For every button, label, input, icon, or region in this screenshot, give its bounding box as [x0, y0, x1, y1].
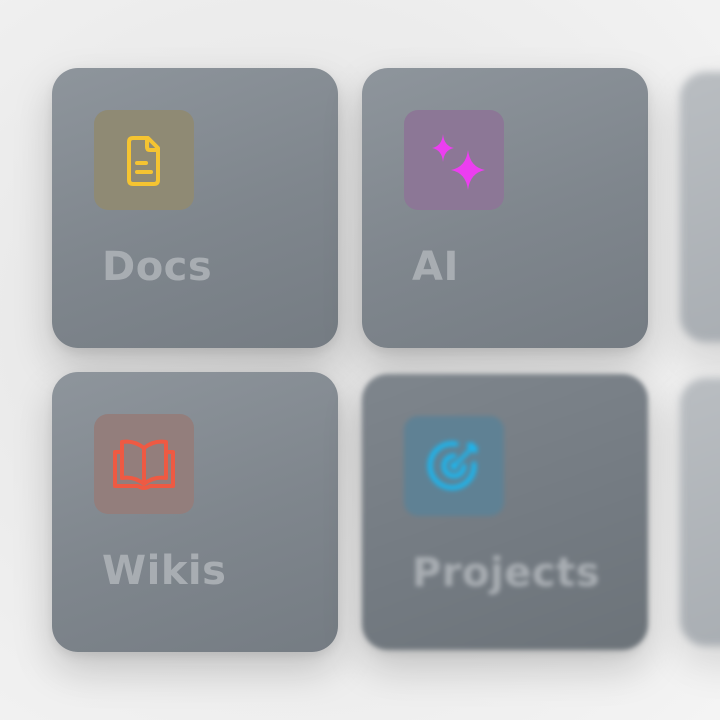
wikis-tile[interactable]: Wikis — [52, 372, 338, 652]
projects-tile[interactable]: Projects — [362, 374, 648, 650]
ai-icon-box — [404, 110, 504, 210]
ai-tile[interactable]: AI — [362, 68, 648, 348]
target-icon — [422, 434, 486, 498]
partial-tile-top[interactable] — [680, 72, 720, 342]
ai-label: AI — [412, 244, 459, 290]
docs-label: Docs — [102, 244, 213, 290]
sparkles-icon — [412, 118, 496, 202]
partial-tile-bottom[interactable] — [680, 378, 720, 646]
document-icon — [116, 132, 172, 188]
docs-tile[interactable]: Docs — [52, 68, 338, 348]
open-book-icon — [110, 434, 178, 494]
wikis-label: Wikis — [102, 548, 227, 594]
docs-icon-box — [94, 110, 194, 210]
wikis-icon-box — [94, 414, 194, 514]
projects-label: Projects — [412, 550, 601, 596]
projects-icon-box — [404, 416, 504, 516]
app-launcher-grid: Docs AI Wikis Projects — [0, 0, 720, 720]
